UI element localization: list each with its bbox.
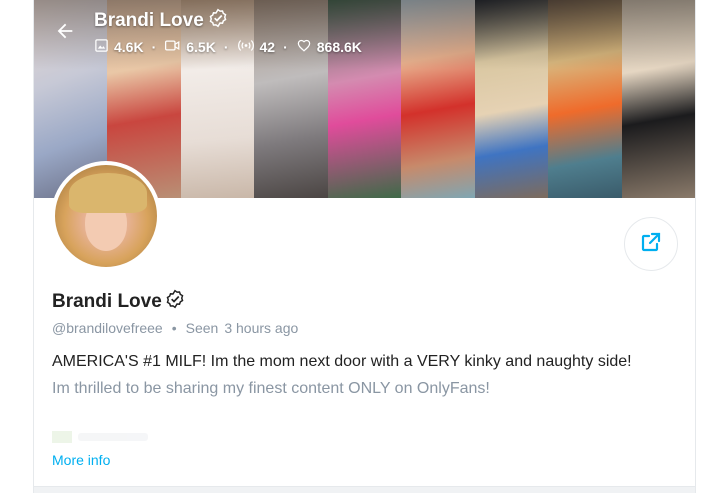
more-info-link[interactable]: More info bbox=[52, 452, 110, 468]
cover-photo-tile bbox=[548, 0, 622, 198]
faded-content bbox=[52, 431, 148, 443]
photos-stat: 4.6K bbox=[94, 38, 144, 56]
streams-count: 42 bbox=[259, 39, 276, 55]
bio-line: AMERICA'S #1 MILF! Im the mom next door … bbox=[52, 353, 632, 370]
profile-meta: @brandilovefreee • Seen 3 hours ago bbox=[52, 320, 298, 336]
heart-icon bbox=[296, 38, 312, 56]
profile-name: Brandi Love bbox=[52, 290, 162, 312]
share-button[interactable] bbox=[624, 217, 678, 271]
arrow-left-icon bbox=[54, 20, 76, 47]
photos-count: 4.6K bbox=[114, 39, 144, 55]
stat-separator: · bbox=[223, 39, 229, 55]
likes-count: 868.6K bbox=[316, 39, 362, 55]
verified-badge-icon bbox=[208, 8, 228, 33]
likes-stat: 868.6K bbox=[296, 38, 362, 56]
seen-label: Seen bbox=[185, 320, 219, 336]
stat-separator: · bbox=[283, 39, 288, 55]
broadcast-icon bbox=[237, 38, 255, 56]
profile-page: Brandi Love 4.6K · 6.5K · 42 · 868.6K Br… bbox=[33, 0, 696, 493]
header-name-row: Brandi Love bbox=[94, 8, 362, 33]
cover-photo-tile bbox=[474, 0, 549, 198]
meta-separator: • bbox=[171, 320, 177, 336]
faded-block bbox=[78, 433, 148, 441]
share-icon bbox=[639, 230, 663, 259]
stat-separator: · bbox=[151, 39, 157, 55]
faded-block bbox=[52, 431, 72, 443]
stats-row: 4.6K · 6.5K · 42 · 868.6K bbox=[94, 38, 362, 56]
section-divider bbox=[34, 486, 695, 493]
header-info: Brandi Love 4.6K · 6.5K · 42 · 868.6K bbox=[94, 8, 362, 56]
username[interactable]: @brandilovefreee bbox=[52, 320, 163, 336]
bio-line: Im thrilled to be sharing my finest cont… bbox=[52, 380, 490, 397]
cover-photo-tile bbox=[401, 0, 476, 198]
image-icon bbox=[94, 38, 109, 56]
avatar[interactable] bbox=[51, 161, 161, 271]
cover-photo-tile bbox=[621, 0, 695, 198]
profile-name-row: Brandi Love bbox=[52, 289, 185, 314]
streams-stat: 42 bbox=[237, 38, 276, 56]
videos-count: 6.5K bbox=[186, 39, 216, 55]
last-seen-time: 3 hours ago bbox=[224, 320, 299, 336]
videos-stat: 6.5K bbox=[164, 38, 216, 56]
back-button[interactable] bbox=[52, 20, 78, 46]
video-camera-icon bbox=[164, 38, 181, 56]
verified-badge-icon bbox=[165, 289, 185, 314]
header-name: Brandi Love bbox=[94, 9, 204, 31]
